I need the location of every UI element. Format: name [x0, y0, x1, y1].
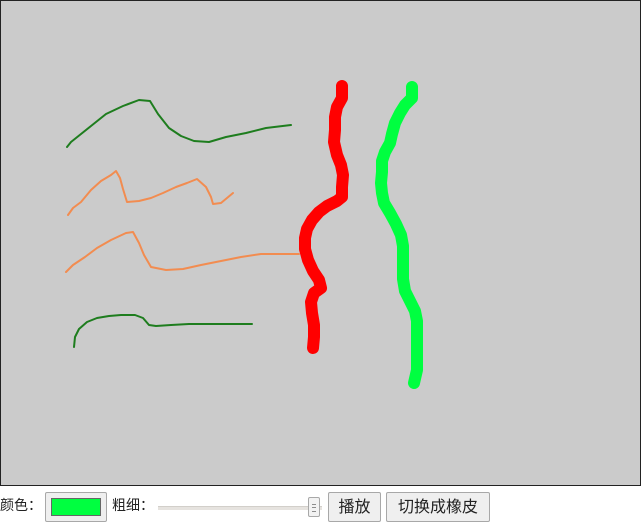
- drawn-stroke-5: [299, 80, 349, 354]
- play-button[interactable]: 播放: [328, 492, 381, 522]
- drawing-canvas-surface[interactable]: [1, 1, 641, 487]
- switch-to-eraser-button[interactable]: 切换成橡皮: [386, 492, 490, 522]
- color-picker-button[interactable]: [45, 492, 107, 522]
- thickness-slider-thumb[interactable]: [307, 497, 320, 517]
- toolbar: 颜色： 粗细： 播放 切换成橡皮: [0, 488, 641, 530]
- drawn-stroke-2: [67, 170, 234, 216]
- drawn-stroke-1: [66, 99, 292, 148]
- thickness-slider[interactable]: [158, 495, 322, 519]
- color-swatch: [51, 498, 101, 516]
- color-label: 颜色：: [0, 498, 42, 514]
- drawn-stroke-4: [73, 314, 253, 348]
- drawn-stroke-3: [65, 231, 300, 273]
- drawn-stroke-6: [375, 81, 423, 389]
- thickness-label: 粗细：: [112, 498, 154, 514]
- drawing-canvas[interactable]: [0, 0, 641, 486]
- thickness-slider-track[interactable]: [158, 506, 322, 510]
